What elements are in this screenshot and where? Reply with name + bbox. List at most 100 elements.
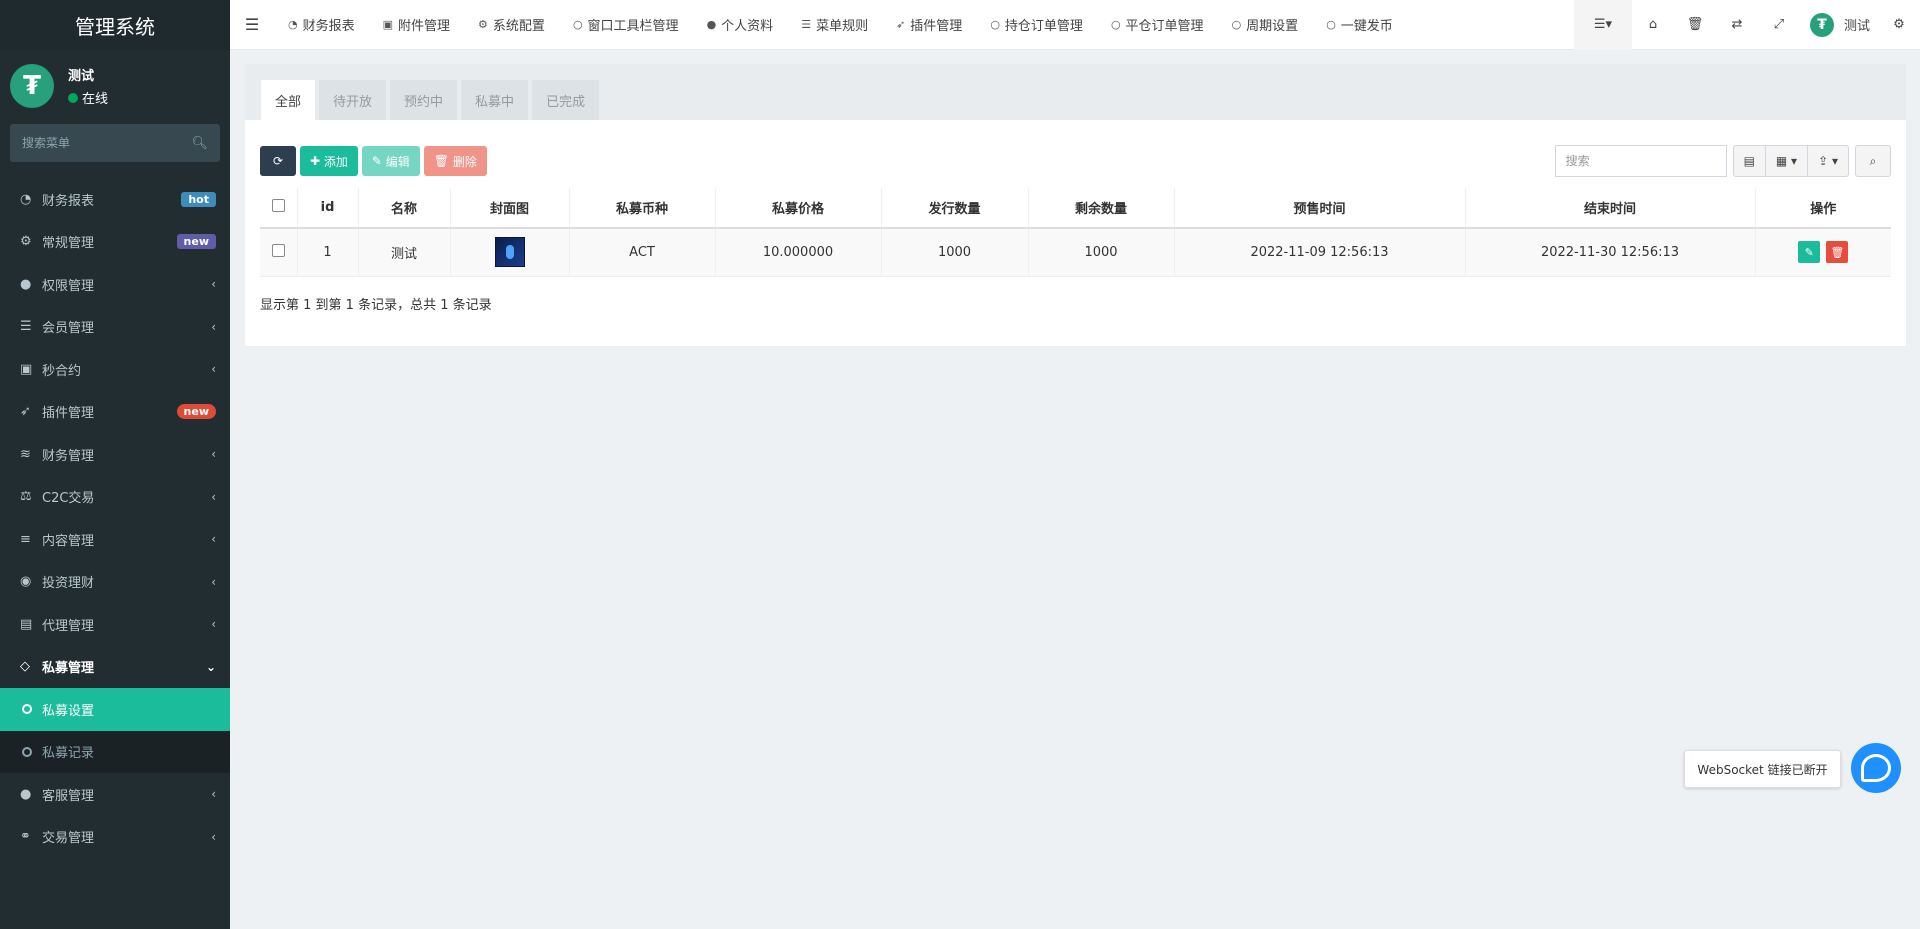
tab-reserving[interactable]: 预约中 [390, 80, 458, 120]
search-button[interactable]: ⌕ [1855, 145, 1891, 177]
fullscreen-button[interactable]: ⤢ [1758, 0, 1800, 50]
clear-cache-button[interactable]: 🗑︎ [1674, 0, 1716, 50]
col-remaining[interactable]: 剩余数量 [1028, 188, 1175, 229]
tab-finance-report[interactable]: ◔ 财务报表 [274, 15, 369, 34]
language-button[interactable]: ⇄ [1716, 0, 1758, 50]
table-row[interactable]: 1 测试 ACT 10.000000 1000 1000 2022-11-09 … [260, 228, 1891, 277]
grid-icon: ▦ ▾ [1775, 154, 1798, 168]
export-icon: ⇪ ▾ [1818, 154, 1838, 168]
sidebar-item-second-contract[interactable]: ▣ 秒合约 ‹ [0, 348, 230, 391]
toggle-view-button[interactable]: ▤ [1734, 146, 1766, 176]
avatar: ₮ [1809, 12, 1834, 37]
sidebar-item-invest[interactable]: ◉ 投资理财 ‹ [0, 561, 230, 604]
row-edit-button[interactable]: ✎ [1798, 241, 1821, 264]
sidebar-menu: ◔ 财务报表 hot ⚙ 常规管理 new ● 权限管理 ‹ ☰ 会员管理 ‹ ▣ 秒合约 ‹ ➶ 插… [0, 178, 230, 858]
sidebar-item-finance-report[interactable]: ◔ 财务报表 hot [0, 178, 230, 221]
cell-cover [450, 228, 570, 277]
home-button[interactable]: ⌂ [1632, 0, 1674, 50]
cell-end-time: 2022-11-30 12:56:13 [1465, 228, 1756, 277]
tab-label: 平仓订单管理 [1125, 19, 1204, 34]
tab-one-click-issue[interactable]: ○ 一键发币 [1312, 15, 1407, 34]
tab-menu-rules[interactable]: ☰ 菜单规则 [787, 15, 882, 34]
col-id[interactable]: id [297, 188, 359, 229]
tab-profile[interactable]: ● 个人资料 [693, 15, 788, 34]
tab-all[interactable]: 全部 [261, 80, 316, 120]
table-search-input[interactable] [1554, 145, 1727, 177]
columns-button[interactable]: ▦ ▾ [1766, 146, 1809, 176]
sidebar-subitem-private-records[interactable]: 私募记录 [0, 730, 230, 773]
calendar-icon: ▣ [20, 361, 33, 377]
sidebar-item-label: 交易管理 [42, 831, 95, 847]
sidebar-item-plugins[interactable]: ➶ 插件管理 new [0, 391, 230, 434]
tab-completed[interactable]: 已完成 [532, 80, 600, 120]
sidebar-item-members[interactable]: ☰ 会员管理 ‹ [0, 306, 230, 349]
comment-icon: ● [20, 786, 32, 802]
dashboard-icon: ◔ [288, 18, 298, 31]
col-presale-time[interactable]: 预售时间 [1174, 188, 1466, 229]
tab-system-config[interactable]: ⚙ 系统配置 [464, 15, 559, 34]
tab-label: 财务报表 [302, 19, 355, 34]
sidebar-item-customer-service[interactable]: ● 客服管理 ‹ [0, 773, 230, 816]
tab-attachments[interactable]: ▣ 附件管理 [369, 15, 464, 34]
tab-label: 持仓订单管理 [1004, 19, 1083, 34]
sidebar-item-permissions[interactable]: ● 权限管理 ‹ [0, 263, 230, 306]
tab-label: 个人资料 [721, 19, 774, 34]
row-delete-button[interactable]: 🗑︎ [1826, 241, 1849, 264]
app-logo-title[interactable]: 管理系统 [0, 0, 230, 50]
menu-toggle-icon[interactable]: ☰ [230, 15, 274, 34]
sidebar-item-c2c[interactable]: ⚖ C2C交易 ‹ [0, 476, 230, 519]
edit-button[interactable]: ✎ 编辑 [361, 146, 420, 176]
add-button[interactable]: ✚ 添加 [300, 146, 358, 176]
dashboard-icon: ◔ [20, 191, 32, 207]
tab-closed-orders[interactable]: ○ 平仓订单管理 [1097, 15, 1218, 34]
sidebar-item-content[interactable]: ≡ 内容管理 ‹ [0, 518, 230, 561]
bars-icon: ☰ [801, 18, 812, 31]
col-operations: 操作 [1755, 188, 1891, 229]
col-end-time[interactable]: 结束时间 [1465, 188, 1756, 229]
tab-window-toolbar[interactable]: ○ 窗口工具栏管理 [559, 15, 693, 34]
sidebar-search-input[interactable] [22, 136, 172, 150]
col-cover[interactable]: 封面图 [450, 188, 570, 229]
chevron-left-icon: ‹ [211, 362, 216, 377]
table-header-row: id 名称 封面图 私募币种 私募价格 发行数量 剩余数量 预售时间 结束时间 … [260, 188, 1891, 229]
settings-button[interactable]: ⚙ [1878, 0, 1920, 50]
sidebar-subitem-private-settings[interactable]: 私募设置 [0, 688, 230, 731]
tab-list-dropdown-button[interactable]: ☰▾ [1573, 0, 1632, 50]
sidebar-item-general[interactable]: ⚙ 常规管理 new [0, 221, 230, 264]
row-checkbox[interactable] [271, 243, 285, 257]
cover-thumbnail-graphic [505, 245, 514, 260]
col-issued[interactable]: 发行数量 [881, 188, 1029, 229]
sidebar-item-finance[interactable]: ≋ 财务管理 ‹ [0, 433, 230, 476]
sidebar-item-trade[interactable]: ⚭ 交易管理 ‹ [0, 816, 230, 859]
tab-pending[interactable]: 待开放 [319, 80, 387, 120]
sidebar-item-private-placement[interactable]: ◇ 私募管理 ⌄ [0, 646, 230, 689]
pencil-icon: ✎ [371, 154, 386, 168]
balance-icon: ⚖ [20, 489, 32, 505]
chevron-left-icon: ‹ [211, 489, 216, 504]
circle-icon: ○ [1231, 18, 1242, 31]
nav-user-menu[interactable]: ₮ 测试 [1800, 12, 1878, 37]
tab-period-settings[interactable]: ○ 周期设置 [1218, 15, 1313, 34]
cover-image[interactable] [494, 237, 525, 268]
pencil-icon: ✎ [1804, 245, 1814, 259]
sidebar-item-agent[interactable]: ▤ 代理管理 ‹ [0, 603, 230, 646]
select-all-checkbox[interactable] [271, 199, 285, 212]
tab-open-orders[interactable]: ○ 持仓订单管理 [976, 15, 1097, 34]
search-icon[interactable]: 🔍︎ [191, 136, 208, 151]
tab-label: 附件管理 [398, 19, 451, 34]
tab-plugins[interactable]: ➶ 插件管理 [882, 15, 976, 34]
sidebar-item-label: 客服管理 [42, 788, 95, 804]
col-price[interactable]: 私募价格 [715, 188, 882, 229]
col-coin[interactable]: 私募币种 [569, 188, 716, 229]
cell-name: 测试 [358, 228, 451, 277]
sidebar-item-label: 内容管理 [42, 533, 95, 549]
websocket-chat-button[interactable] [1851, 743, 1901, 793]
tab-in-progress[interactable]: 私募中 [461, 80, 529, 120]
export-button[interactable]: ⇪ ▾ [1808, 146, 1848, 176]
delete-button[interactable]: 🗑︎ 删除 [423, 146, 487, 176]
gear-icon: ⚙ [478, 18, 488, 31]
plus-icon: ✚ [310, 154, 324, 168]
refresh-button[interactable]: ⟳ [260, 146, 296, 176]
sidebar-item-label: C2C交易 [42, 491, 95, 507]
col-name[interactable]: 名称 [358, 188, 451, 229]
